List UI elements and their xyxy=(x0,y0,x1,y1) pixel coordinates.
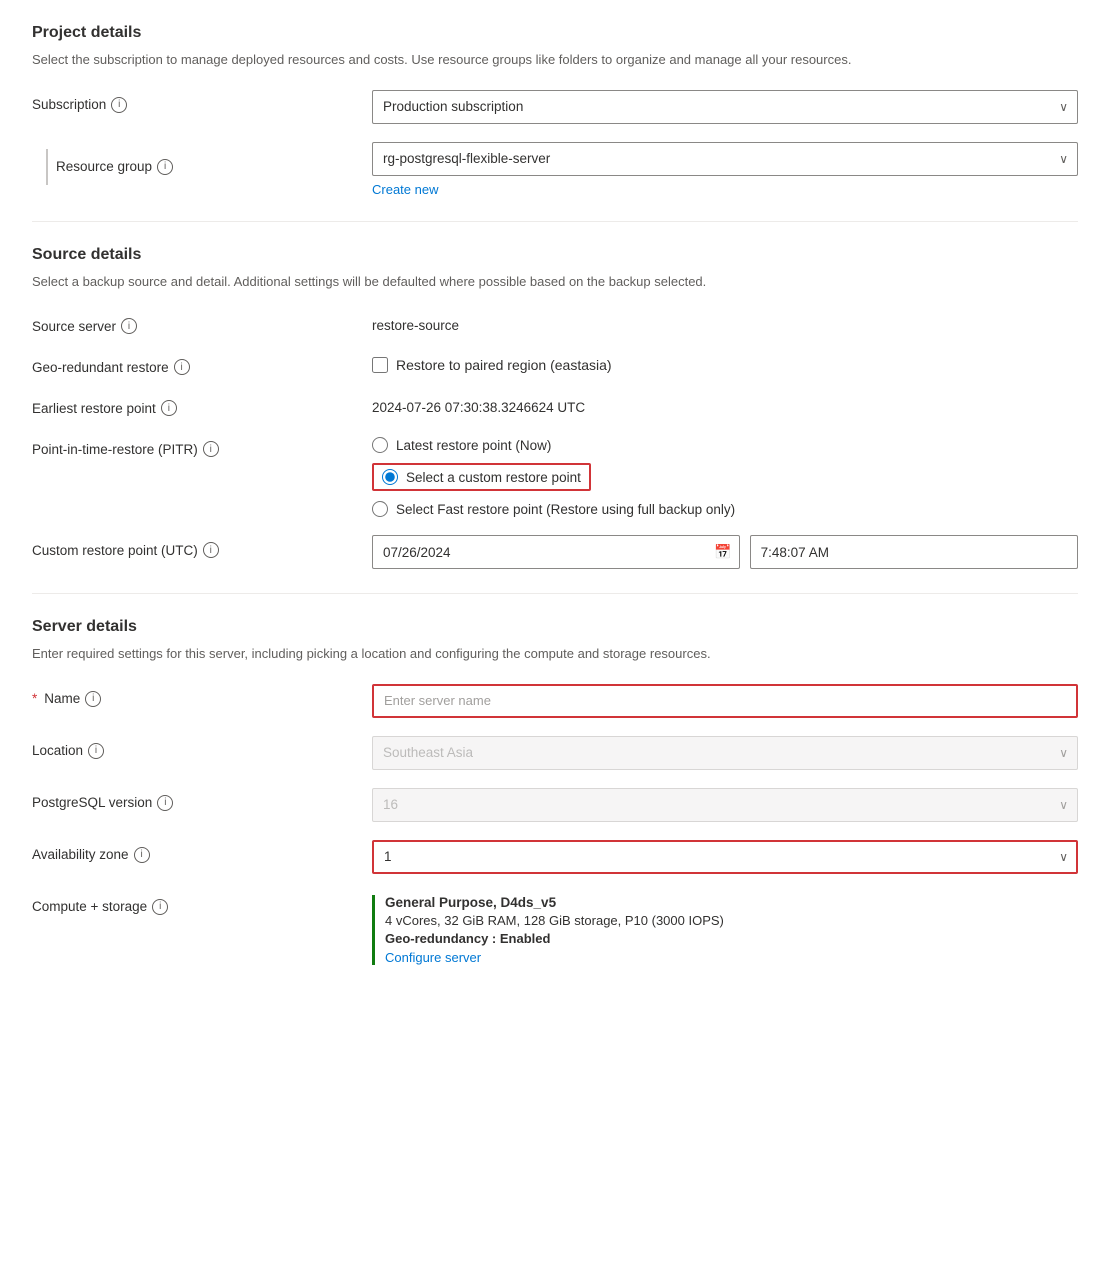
custom-restore-control: 📅 xyxy=(372,535,1078,569)
pitr-custom-radio[interactable] xyxy=(382,469,398,485)
pitr-control: Latest restore point (Now) Select a cust… xyxy=(372,434,1078,517)
postgresql-version-dropdown[interactable]: 16 xyxy=(372,788,1078,822)
postgresql-version-control: 16 ∨ xyxy=(372,788,1078,822)
subscription-control: Production subscription ∨ xyxy=(372,90,1078,124)
earliest-restore-row: Earliest restore point i 2024-07-26 07:3… xyxy=(32,393,1078,416)
project-details-title: Project details xyxy=(32,24,1078,42)
server-name-input[interactable] xyxy=(372,684,1078,718)
subscription-dropdown-wrapper: Production subscription ∨ xyxy=(372,90,1078,124)
custom-restore-row: Custom restore point (UTC) i 📅 xyxy=(32,535,1078,569)
source-server-info-icon[interactable]: i xyxy=(121,318,137,334)
location-row: Location i Southeast Asia ∨ xyxy=(32,736,1078,770)
availability-zone-dropdown-wrapper: 1 ∨ xyxy=(372,840,1078,874)
configure-server-link[interactable]: Configure server xyxy=(385,950,481,965)
postgresql-version-row: PostgreSQL version i 16 ∨ xyxy=(32,788,1078,822)
pitr-radio-group: Latest restore point (Now) Select a cust… xyxy=(372,434,1078,517)
availability-zone-info-icon[interactable]: i xyxy=(134,847,150,863)
geo-redundant-control: Restore to paired region (eastasia) xyxy=(372,352,1078,373)
earliest-restore-label: Earliest restore point i xyxy=(32,393,372,416)
geo-redundant-checkbox-label: Restore to paired region (eastasia) xyxy=(396,357,612,373)
availability-zone-row: Availability zone i 1 ∨ xyxy=(32,840,1078,874)
location-control: Southeast Asia ∨ xyxy=(372,736,1078,770)
availability-zone-label: Availability zone i xyxy=(32,840,372,863)
pitr-label: Point-in-time-restore (PITR) i xyxy=(32,434,372,457)
geo-redundant-checkbox[interactable] xyxy=(372,357,388,373)
earliest-restore-value: 2024-07-26 07:30:38.3246624 UTC xyxy=(372,393,1078,415)
server-name-row: * Name i xyxy=(32,684,1078,718)
pitr-latest-radio[interactable] xyxy=(372,437,388,453)
geo-redundant-checkbox-row: Restore to paired region (eastasia) xyxy=(372,352,1078,373)
date-time-row: 📅 xyxy=(372,535,1078,569)
postgresql-version-info-icon[interactable]: i xyxy=(157,795,173,811)
section-divider-2 xyxy=(32,593,1078,594)
location-dropdown-wrapper: Southeast Asia ∨ xyxy=(372,736,1078,770)
server-name-label: * Name i xyxy=(32,684,372,707)
pitr-latest-label: Latest restore point (Now) xyxy=(396,438,551,453)
server-details-desc: Enter required settings for this server,… xyxy=(32,644,1078,664)
project-details-desc: Select the subscription to manage deploy… xyxy=(32,50,1078,70)
section-divider-1 xyxy=(32,221,1078,222)
subscription-label: Subscription i xyxy=(32,90,372,113)
source-details-title: Source details xyxy=(32,246,1078,264)
source-server-label: Source server i xyxy=(32,311,372,334)
compute-storage-content: General Purpose, D4ds_v5 4 vCores, 32 Gi… xyxy=(372,895,1078,965)
resource-group-label: Resource group xyxy=(56,159,152,174)
resource-group-info-icon[interactable]: i xyxy=(157,159,173,175)
resource-group-control: rg-postgresql-flexible-server ∨ Create n… xyxy=(372,142,1078,197)
resource-group-label-wrapper: Resource group i xyxy=(32,142,372,185)
pitr-fast-item: Select Fast restore point (Restore using… xyxy=(372,501,1078,517)
resource-group-dropdown-wrapper: rg-postgresql-flexible-server ∨ xyxy=(372,142,1078,176)
source-server-row: Source server i restore-source xyxy=(32,311,1078,334)
pitr-latest-item: Latest restore point (Now) xyxy=(372,437,1078,453)
subscription-info-icon[interactable]: i xyxy=(111,97,127,113)
custom-restore-label: Custom restore point (UTC) i xyxy=(32,535,372,558)
calendar-icon[interactable]: 📅 xyxy=(714,544,731,561)
project-details-section: Project details Select the subscription … xyxy=(32,24,1078,197)
pitr-fast-radio[interactable] xyxy=(372,501,388,517)
source-server-value: restore-source xyxy=(372,311,1078,333)
pitr-fast-label: Select Fast restore point (Restore using… xyxy=(396,502,735,517)
location-dropdown[interactable]: Southeast Asia xyxy=(372,736,1078,770)
server-details-title: Server details xyxy=(32,618,1078,636)
resource-group-row: Resource group i rg-postgresql-flexible-… xyxy=(32,142,1078,197)
geo-redundant-label: Geo-redundant restore i xyxy=(32,352,372,375)
date-input[interactable] xyxy=(372,535,740,569)
pitr-custom-selected-box: Select a custom restore point xyxy=(372,463,591,491)
compute-title: General Purpose, D4ds_v5 xyxy=(385,895,1078,910)
geo-redundant-row: Geo-redundant restore i Restore to paire… xyxy=(32,352,1078,375)
pitr-info-icon[interactable]: i xyxy=(203,441,219,457)
location-info-icon[interactable]: i xyxy=(88,743,104,759)
server-name-info-icon[interactable]: i xyxy=(85,691,101,707)
geo-redundant-info-icon[interactable]: i xyxy=(174,359,190,375)
source-details-section: Source details Select a backup source an… xyxy=(32,246,1078,570)
pitr-custom-label: Select a custom restore point xyxy=(406,470,581,485)
compute-storage-row: Compute + storage i General Purpose, D4d… xyxy=(32,892,1078,965)
postgresql-version-label: PostgreSQL version i xyxy=(32,788,372,811)
subscription-dropdown[interactable]: Production subscription xyxy=(372,90,1078,124)
availability-zone-dropdown[interactable]: 1 xyxy=(372,840,1078,874)
custom-restore-info-icon[interactable]: i xyxy=(203,542,219,558)
compute-detail: 4 vCores, 32 GiB RAM, 128 GiB storage, P… xyxy=(385,913,1078,928)
earliest-restore-info-icon[interactable]: i xyxy=(161,400,177,416)
compute-storage-label: Compute + storage i xyxy=(32,892,372,915)
location-label: Location i xyxy=(32,736,372,759)
date-input-wrapper: 📅 xyxy=(372,535,740,569)
compute-storage-control: General Purpose, D4ds_v5 4 vCores, 32 Gi… xyxy=(372,892,1078,965)
geo-redundancy: Geo-redundancy : Enabled xyxy=(385,931,1078,946)
pitr-custom-item: Select a custom restore point xyxy=(372,463,1078,491)
required-asterisk: * xyxy=(32,691,37,706)
subscription-row: Subscription i Production subscription ∨ xyxy=(32,90,1078,124)
resource-group-dropdown[interactable]: rg-postgresql-flexible-server xyxy=(372,142,1078,176)
create-new-link[interactable]: Create new xyxy=(372,182,438,197)
pitr-row: Point-in-time-restore (PITR) i Latest re… xyxy=(32,434,1078,517)
server-name-control xyxy=(372,684,1078,718)
source-details-desc: Select a backup source and detail. Addit… xyxy=(32,272,1078,292)
server-details-section: Server details Enter required settings f… xyxy=(32,618,1078,965)
compute-storage-info-icon[interactable]: i xyxy=(152,899,168,915)
time-input[interactable] xyxy=(750,535,1078,569)
availability-zone-control: 1 ∨ xyxy=(372,840,1078,874)
postgresql-version-dropdown-wrapper: 16 ∨ xyxy=(372,788,1078,822)
